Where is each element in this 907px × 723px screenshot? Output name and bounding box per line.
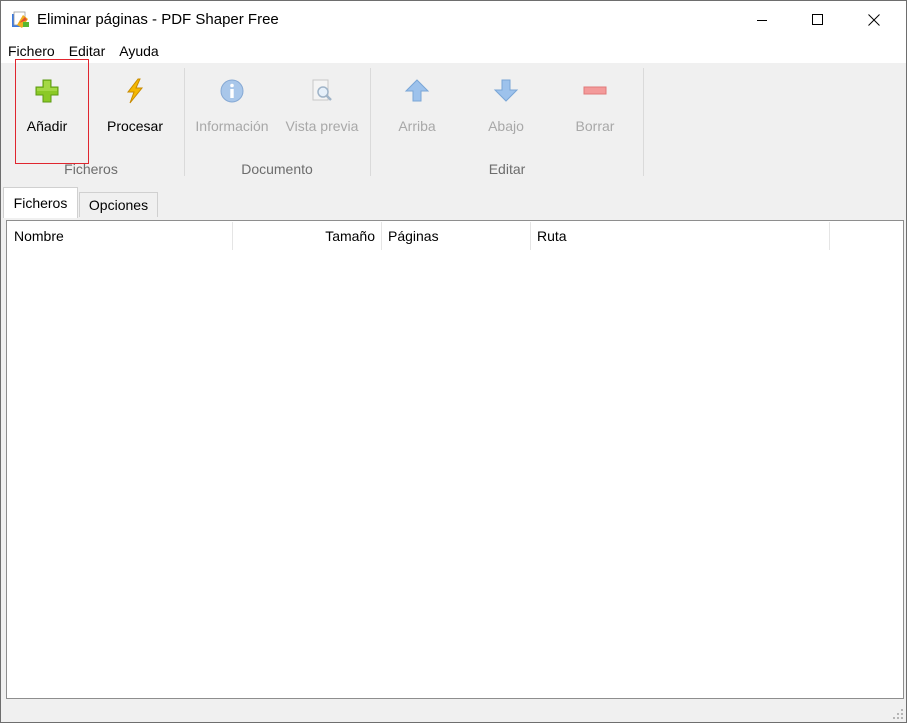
lightning-icon bbox=[126, 78, 144, 104]
preview-button[interactable]: Vista previa bbox=[277, 63, 367, 163]
window-title: Eliminar páginas - PDF Shaper Free bbox=[37, 11, 279, 28]
column-header-ruta[interactable]: Ruta bbox=[531, 222, 830, 250]
info-button-label: Información bbox=[195, 118, 269, 134]
down-button-label: Abajo bbox=[488, 118, 524, 134]
pdf-shaper-logo-icon bbox=[12, 11, 29, 28]
arrow-down-icon bbox=[493, 79, 519, 102]
delete-button[interactable]: Borrar bbox=[551, 63, 639, 163]
group-label-documento: Documento bbox=[241, 161, 313, 177]
arrow-up-icon bbox=[404, 79, 430, 102]
file-list[interactable]: Nombre Tamaño Páginas Ruta bbox=[6, 220, 904, 699]
ribbon-separator bbox=[184, 68, 185, 176]
menu-fichero[interactable]: Fichero bbox=[8, 43, 55, 59]
list-header: Nombre Tamaño Páginas Ruta bbox=[8, 222, 903, 250]
minimize-button[interactable] bbox=[739, 1, 785, 38]
close-icon bbox=[868, 13, 880, 26]
tab-ficheros[interactable]: Ficheros bbox=[3, 187, 78, 218]
process-button[interactable]: Procesar bbox=[93, 63, 177, 163]
app-window: Eliminar páginas - PDF Shaper Free Fiche… bbox=[0, 0, 907, 723]
column-header-nombre[interactable]: Nombre bbox=[8, 222, 233, 250]
title-bar: Eliminar páginas - PDF Shaper Free bbox=[1, 1, 906, 39]
preview-icon bbox=[312, 79, 332, 101]
resize-grip-icon[interactable] bbox=[892, 708, 904, 720]
minus-icon bbox=[583, 86, 607, 95]
minimize-icon bbox=[757, 19, 767, 21]
ribbon-separator bbox=[370, 68, 371, 176]
preview-button-label: Vista previa bbox=[285, 118, 359, 134]
ribbon-toolbar: Añadir Procesar Ficheros Información Vis… bbox=[1, 59, 906, 185]
up-button-label: Arriba bbox=[398, 118, 436, 134]
group-label-ficheros: Ficheros bbox=[64, 161, 118, 177]
menu-ayuda[interactable]: Ayuda bbox=[119, 43, 158, 59]
delete-button-label: Borrar bbox=[575, 118, 615, 134]
down-button[interactable]: Abajo bbox=[462, 63, 550, 163]
process-button-label: Procesar bbox=[106, 118, 164, 134]
tab-strip: Ficheros Opciones bbox=[1, 187, 906, 218]
group-label-editar: Editar bbox=[488, 161, 526, 177]
menu-editar[interactable]: Editar bbox=[69, 43, 106, 59]
column-header-paginas[interactable]: Páginas bbox=[382, 222, 531, 250]
up-button[interactable]: Arriba bbox=[373, 63, 461, 163]
ribbon-separator bbox=[643, 68, 644, 176]
column-header-filler bbox=[830, 222, 903, 250]
menu-bar: Fichero Editar Ayuda bbox=[1, 39, 906, 63]
status-bar bbox=[1, 701, 906, 722]
maximize-button[interactable] bbox=[795, 1, 841, 38]
close-button[interactable] bbox=[851, 1, 897, 38]
selection-highlight bbox=[15, 59, 89, 164]
tab-opciones[interactable]: Opciones bbox=[79, 192, 158, 217]
column-header-tamano[interactable]: Tamaño bbox=[233, 222, 382, 250]
info-button[interactable]: Información bbox=[187, 63, 277, 163]
info-icon bbox=[220, 79, 244, 103]
maximize-icon bbox=[812, 13, 823, 25]
